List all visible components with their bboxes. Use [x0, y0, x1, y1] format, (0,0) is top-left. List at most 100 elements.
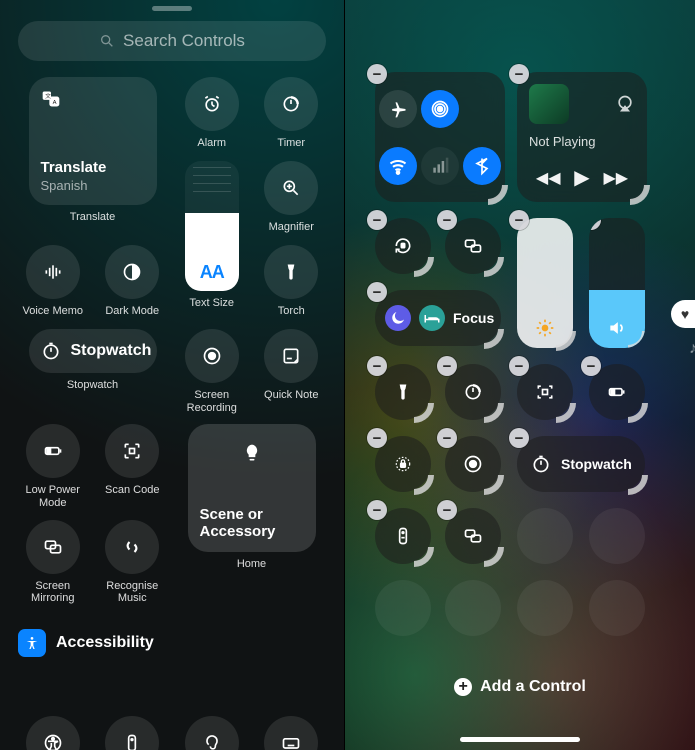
empty-slot[interactable]	[589, 580, 645, 636]
favorites-tab[interactable]: ♥	[671, 300, 695, 328]
hearing-control[interactable]	[177, 716, 247, 750]
resize-handle[interactable]	[488, 185, 508, 205]
cellular-toggle[interactable]	[421, 147, 459, 185]
textsize-control[interactable]: AA Text Size	[177, 161, 247, 319]
lowpower-control[interactable]: Low Power Mode	[18, 424, 88, 509]
remove-button[interactable]: −	[589, 218, 601, 230]
recording-control[interactable]: Screen Recording	[177, 329, 247, 414]
brightness-slider[interactable]: −	[517, 218, 573, 348]
remove-button[interactable]: −	[509, 64, 529, 84]
resize-handle[interactable]	[484, 475, 504, 495]
svg-text:文: 文	[45, 92, 51, 100]
mirror-control-2[interactable]: −	[445, 508, 501, 564]
home-control[interactable]: Scene or Accessory Home	[177, 424, 326, 605]
empty-slot[interactable]	[445, 580, 501, 636]
empty-slot[interactable]	[375, 580, 431, 636]
remove-button[interactable]: −	[437, 500, 457, 520]
scancode-control[interactable]: −	[517, 364, 573, 420]
translate-icon: 文A	[41, 89, 61, 109]
resize-handle[interactable]	[630, 185, 650, 205]
resize-handle[interactable]	[414, 547, 434, 567]
stopwatch-control[interactable]: − Stopwatch	[517, 436, 645, 492]
timer-label: Timer	[277, 137, 305, 151]
rewind-button[interactable]: ◀◀	[536, 168, 561, 188]
airplane-toggle[interactable]	[379, 90, 417, 128]
airdrop-toggle[interactable]	[421, 90, 459, 128]
controls-gallery-panel: Search Controls 文A Translate Spanish Tra…	[0, 0, 345, 750]
quicknote-control[interactable]: Quick Note	[257, 329, 327, 414]
keyboard-control[interactable]	[257, 716, 327, 750]
timer-control[interactable]: Timer	[257, 77, 327, 151]
airplay-icon[interactable]	[615, 94, 635, 114]
resize-handle[interactable]	[628, 475, 648, 495]
sun-icon	[535, 318, 555, 338]
record-control[interactable]: −	[445, 436, 501, 492]
volume-slider[interactable]: −	[589, 218, 645, 348]
resize-handle[interactable]	[628, 403, 648, 423]
empty-slot[interactable]	[589, 508, 645, 564]
remove-button[interactable]: −	[437, 356, 457, 376]
remove-button[interactable]: −	[581, 356, 601, 376]
forward-button[interactable]: ▶▶	[603, 168, 628, 188]
resize-handle[interactable]	[484, 547, 504, 567]
alarm-control[interactable]: Alarm	[177, 77, 247, 151]
remote-control[interactable]	[98, 716, 168, 750]
empty-slot[interactable]	[517, 508, 573, 564]
rotation-lock-control[interactable]: −	[375, 218, 431, 274]
voicememo-control[interactable]: Voice Memo	[18, 245, 88, 319]
resize-handle[interactable]	[556, 331, 576, 351]
torch-control[interactable]: −	[375, 364, 431, 420]
resize-handle[interactable]	[414, 475, 434, 495]
remove-button[interactable]: −	[367, 356, 387, 376]
search-controls-field[interactable]: Search Controls	[18, 21, 326, 61]
scancode-control[interactable]: Scan Code	[98, 424, 168, 509]
wifi-icon	[388, 156, 408, 176]
darkmode-control[interactable]: Dark Mode	[98, 245, 168, 319]
qrcode-icon	[535, 382, 555, 402]
remove-button[interactable]: −	[367, 210, 387, 230]
accessibility-shortcut-control[interactable]	[18, 716, 88, 750]
remove-button[interactable]: −	[509, 428, 529, 448]
airdrop-icon	[430, 99, 450, 119]
remove-button[interactable]: −	[367, 64, 387, 84]
mirroring-control[interactable]: Screen Mirroring	[18, 520, 88, 605]
battery-icon	[607, 382, 627, 402]
wifi-toggle[interactable]	[379, 147, 417, 185]
resize-handle[interactable]	[414, 257, 434, 277]
remove-button[interactable]: −	[509, 356, 529, 376]
remove-button[interactable]: −	[367, 500, 387, 520]
remote-control[interactable]: −	[375, 508, 431, 564]
quicknote-label: Quick Note	[264, 389, 318, 403]
home-indicator[interactable]	[460, 737, 580, 742]
bluetooth-toggle[interactable]	[463, 147, 501, 185]
resize-handle[interactable]	[556, 403, 576, 423]
resize-handle[interactable]	[414, 403, 434, 423]
remove-button[interactable]: −	[509, 210, 529, 230]
media-module[interactable]: − Not Playing ◀◀ ▶ ▶▶	[517, 72, 647, 202]
remove-button[interactable]: −	[367, 282, 387, 302]
lock-control[interactable]: −	[375, 436, 431, 492]
resize-handle[interactable]	[484, 329, 504, 349]
lowpower-control[interactable]: −	[589, 364, 645, 420]
torch-control[interactable]: Torch	[257, 245, 327, 319]
screen-mirroring-control[interactable]: −	[445, 218, 501, 274]
accessibility-section-icon	[18, 629, 46, 657]
stopwatch-wide-control[interactable]: Stopwatch Stopwatch	[18, 329, 167, 414]
timer-control[interactable]: −	[445, 364, 501, 420]
resize-handle[interactable]	[484, 257, 504, 277]
play-button[interactable]: ▶	[574, 165, 589, 190]
remove-button[interactable]: −	[437, 428, 457, 448]
magnifier-control[interactable]: Magnifier	[257, 161, 327, 235]
focus-control[interactable]: − Focus	[375, 290, 501, 346]
remove-button[interactable]: −	[367, 428, 387, 448]
sheet-grabber[interactable]	[152, 6, 192, 11]
connectivity-module[interactable]: −	[375, 72, 505, 202]
music-tab-icon[interactable]: ♪	[689, 340, 695, 358]
resize-handle[interactable]	[484, 403, 504, 423]
remove-button[interactable]: −	[437, 210, 457, 230]
translate-control[interactable]: 文A Translate Spanish Translate	[18, 77, 167, 235]
quicknote-icon	[281, 346, 301, 366]
recognise-control[interactable]: Recognise Music	[98, 520, 168, 605]
empty-slot[interactable]	[517, 580, 573, 636]
add-control-button[interactable]: + Add a Control	[345, 678, 695, 696]
